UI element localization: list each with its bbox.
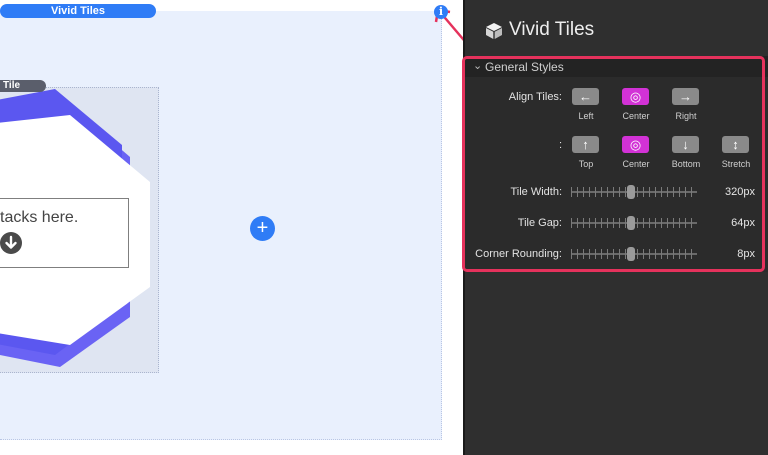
tile-label: Tile <box>0 80 46 92</box>
cube-icon <box>486 23 502 39</box>
info-icon[interactable]: i <box>434 5 448 19</box>
arrow-down-circle-icon <box>0 232 22 254</box>
content-placeholder-text: tacks here. <box>0 209 79 226</box>
highlight-frame <box>462 56 765 272</box>
add-content-button[interactable]: + <box>250 216 275 241</box>
editor-canvas: Vivid Tiles Tile tacks here. + i <box>0 0 477 455</box>
panel-title: Vivid Tiles <box>509 19 595 40</box>
vivid-tiles-stack-label[interactable]: Vivid Tiles <box>0 4 156 18</box>
